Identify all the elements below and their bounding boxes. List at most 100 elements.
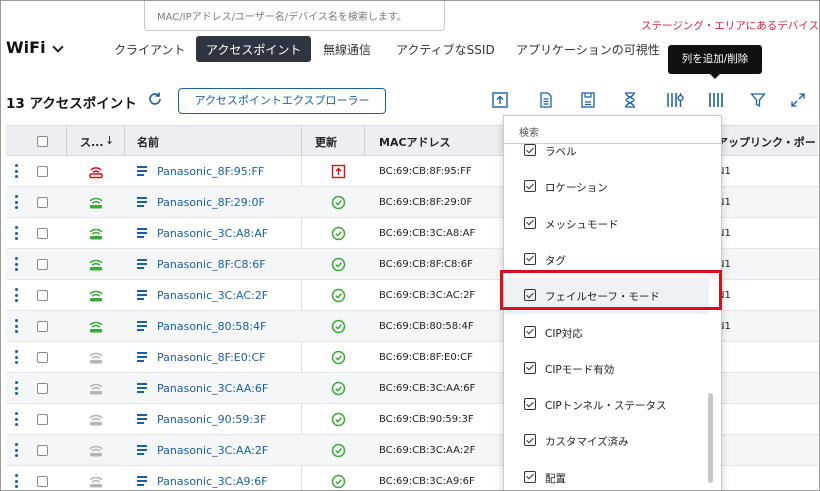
scrollbar-thumb[interactable] [708, 393, 713, 483]
ap-status-icon [88, 443, 104, 462]
column-option-label: ロケーション [545, 182, 608, 195]
column-header-status[interactable]: ス... [80, 134, 104, 150]
search-input[interactable]: MAC/IPアドレス/ユーザー名/デバイス名を検索します。 [144, 1, 445, 31]
row-checkbox[interactable] [37, 414, 48, 425]
list-icon [137, 445, 147, 457]
list-icon [137, 383, 147, 395]
expand-icon[interactable] [789, 91, 807, 109]
access-point-explorer-button[interactable]: アクセスポイントエクスプローラー [178, 88, 386, 114]
row-checkbox[interactable] [37, 228, 48, 239]
ap-name-link[interactable]: Panasonic_3C:AA:2F [157, 444, 268, 457]
app-title[interactable]: WiFi [6, 38, 46, 57]
chevron-down-icon[interactable] [52, 41, 64, 53]
ap-name-link[interactable]: Panasonic_8F:E0:CF [157, 351, 265, 364]
column-option-checkbox[interactable] [524, 252, 536, 265]
ap-name-link[interactable]: Panasonic_3C:A8:AF [157, 227, 268, 240]
column-divider [66, 126, 67, 157]
row-checkbox[interactable] [37, 259, 48, 270]
row-menu-icon[interactable] [15, 319, 19, 335]
list-icon [137, 259, 147, 271]
ap-name-link[interactable]: Panasonic_90:59:3F [157, 413, 266, 426]
column-header-name[interactable]: 名前 [137, 134, 159, 150]
column-option[interactable]: ラベル [504, 133, 709, 169]
list-icon [137, 290, 147, 302]
column-option-checkbox[interactable] [524, 144, 536, 156]
columns-icon[interactable] [707, 91, 725, 109]
row-menu-icon[interactable] [15, 164, 19, 180]
ap-status-icon [88, 474, 104, 490]
ap-name-link[interactable]: Panasonic_3C:AA:6F [157, 382, 268, 395]
row-checkbox[interactable] [37, 197, 48, 208]
mac-address: BC:69:CB:3C:AC:2F [379, 290, 476, 301]
row-menu-icon[interactable] [15, 195, 19, 211]
row-checkbox[interactable] [37, 383, 48, 394]
save-icon[interactable] [579, 91, 597, 109]
mac-address: BC:69:CB:8F:29:0F [379, 197, 473, 208]
column-option[interactable]: カスタマイズ済み [504, 423, 709, 459]
row-menu-icon[interactable] [15, 443, 19, 459]
row-menu-icon[interactable] [15, 226, 19, 242]
row-checkbox[interactable] [37, 445, 48, 456]
ap-name-link[interactable]: Panasonic_3C:A9:6F [157, 475, 268, 488]
check-circle-icon [331, 226, 346, 245]
tab-radios[interactable]: 無線通信 [323, 36, 371, 62]
staging-area-link[interactable]: ステージング・エリアにあるデバイス [641, 18, 819, 33]
column-option[interactable]: 配置 [504, 460, 709, 490]
ap-name-link[interactable]: Panasonic_8F:29:0F [157, 196, 265, 209]
mac-address: BC:69:CB:80:58:4F [379, 321, 474, 332]
document-icon[interactable] [537, 91, 555, 109]
tab-app-visibility[interactable]: アプリケーションの可視性 [516, 36, 660, 62]
column-option[interactable]: CIPトンネル・ステータス [504, 387, 709, 423]
ap-name-link[interactable]: Panasonic_3C:AC:2F [157, 289, 268, 302]
column-option[interactable]: CIP対応 [504, 315, 709, 351]
column-header-uplink[interactable]: アップリンク・ポート [717, 134, 819, 150]
tab-clients[interactable]: クライアント [114, 36, 186, 62]
check-circle-icon [331, 319, 346, 338]
row-menu-icon[interactable] [15, 257, 19, 273]
column-settings-icon[interactable] [665, 91, 684, 109]
column-option-checkbox[interactable] [524, 434, 536, 447]
column-option-checkbox[interactable] [524, 216, 536, 229]
app-frame: MAC/IPアドレス/ユーザー名/デバイス名を検索します。 ステージング・エリア… [0, 0, 820, 491]
row-menu-icon[interactable] [15, 288, 19, 304]
row-menu-icon[interactable] [15, 381, 19, 397]
row-checkbox[interactable] [37, 352, 48, 363]
column-option[interactable]: ロケーション [504, 169, 709, 205]
column-option-checkbox[interactable] [524, 180, 536, 193]
column-option-checkbox[interactable] [524, 470, 536, 483]
check-circle-icon [331, 412, 346, 431]
tab-access-points[interactable]: アクセスポイント [196, 36, 312, 62]
column-option-label: ラベル [545, 146, 577, 158]
ap-name-link[interactable]: Panasonic_8F:95:FF [157, 165, 264, 178]
column-option-checkbox[interactable] [524, 361, 536, 374]
upload-icon[interactable] [491, 91, 509, 109]
column-option-label: カスタマイズ済み [545, 436, 629, 449]
column-header-update[interactable]: 更新 [315, 134, 337, 150]
row-menu-icon[interactable] [15, 474, 19, 490]
sort-arrow-down-icon[interactable]: ↓ [105, 134, 114, 147]
list-icon [137, 352, 147, 364]
ap-name-link[interactable]: Panasonic_8F:C8:6F [157, 258, 266, 271]
filter-icon[interactable] [749, 91, 767, 109]
refresh-icon[interactable] [147, 91, 163, 111]
column-option[interactable]: メッシュモード [504, 206, 709, 242]
select-all-checkbox[interactable] [37, 136, 48, 147]
row-checkbox[interactable] [37, 476, 48, 487]
mac-address: BC:69:CB:3C:AA:2F [379, 445, 476, 456]
row-checkbox[interactable] [37, 166, 48, 177]
tab-active-ssids[interactable]: アクティブなSSID [396, 36, 495, 62]
row-menu-icon[interactable] [15, 350, 19, 366]
row-menu-icon[interactable] [15, 412, 19, 428]
column-divider [364, 126, 365, 157]
row-checkbox[interactable] [37, 290, 48, 301]
column-header-mac[interactable]: MACアドレス [379, 134, 451, 150]
column-option[interactable]: CIPモード有効 [504, 351, 709, 387]
row-checkbox[interactable] [37, 321, 48, 332]
column-option-checkbox[interactable] [524, 325, 536, 338]
menu-scrollbar[interactable] [708, 143, 714, 488]
ap-status-icon [88, 381, 104, 400]
ap-name-link[interactable]: Panasonic_80:58:4F [157, 320, 266, 333]
column-option-checkbox[interactable] [524, 398, 536, 411]
list-icon [137, 228, 147, 240]
hourglass-icon[interactable] [621, 91, 639, 109]
